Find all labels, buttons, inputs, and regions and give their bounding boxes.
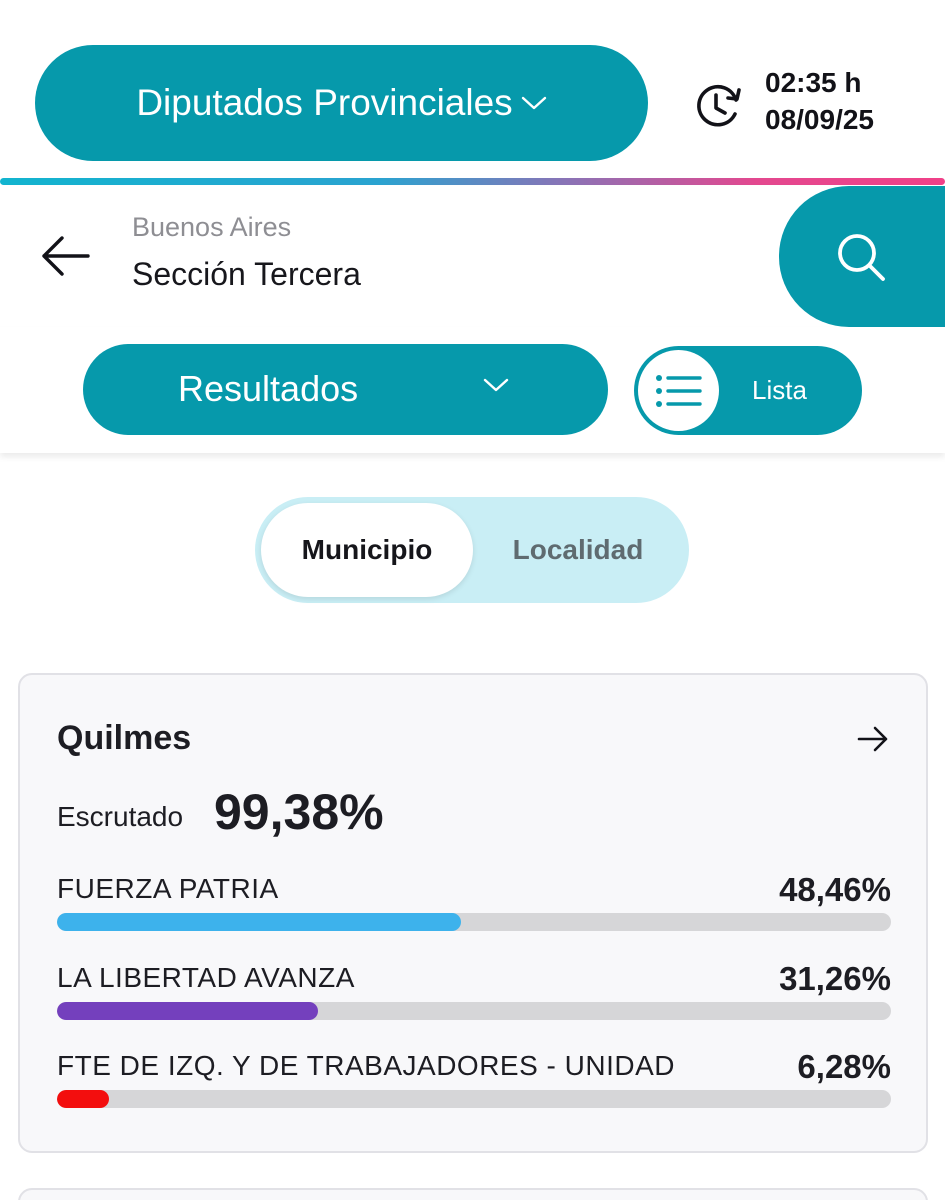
arrow-left-icon[interactable]	[38, 232, 94, 280]
updated-date: 08/09/25	[765, 104, 874, 135]
municipality-result-card[interactable]: Quilmes Escrutado 99,38% FUERZA PATRIA 4…	[18, 673, 928, 1153]
last-updated: 02:35 h 08/09/25	[765, 64, 874, 138]
header-divider	[0, 178, 945, 185]
chevron-down-icon	[483, 377, 509, 398]
election-type-selector[interactable]: Diputados Provinciales	[35, 45, 648, 161]
arrow-right-icon[interactable]	[856, 725, 890, 753]
results-dropdown-label: Resultados	[178, 368, 359, 409]
scrutiny-label: Escrutado	[57, 801, 184, 832]
party-result: FUERZA PATRIA 48,46%	[57, 871, 891, 943]
toggle-knob	[638, 350, 719, 431]
list-icon	[655, 374, 702, 407]
party-percent: 48,46%	[779, 871, 891, 908]
province-name: Buenos Aires	[132, 212, 292, 242]
section-name: Sección Tercera	[132, 256, 361, 292]
tab-localidad[interactable]: Localidad	[473, 503, 683, 597]
party-bar-fill	[57, 1090, 110, 1108]
next-result-card[interactable]	[18, 1188, 928, 1200]
party-bar-track	[57, 1090, 891, 1108]
party-bar-fill	[57, 1002, 318, 1020]
location-bar: Buenos Aires Sección Tercera	[0, 186, 945, 327]
party-name: FUERZA PATRIA	[57, 873, 279, 904]
search-icon	[838, 233, 885, 281]
chevron-down-icon	[521, 95, 547, 111]
scrutiny-value: 99,38%	[214, 784, 384, 840]
party-name: FTE DE IZQ. Y DE TRABAJADORES - UNIDAD	[57, 1050, 675, 1081]
election-results-screen: Diputados Provinciales 02:35 h 08/09/25 …	[0, 0, 945, 1200]
party-name: LA LIBERTAD AVANZA	[57, 962, 355, 993]
updated-time: 02:35 h	[765, 67, 862, 98]
election-type-label: Diputados Provinciales	[136, 82, 513, 123]
party-result: FTE DE IZQ. Y DE TRABAJADORES - UNIDAD 6…	[57, 1048, 891, 1120]
results-dropdown[interactable]: Resultados	[83, 344, 608, 435]
tab-municipio[interactable]: Municipio	[261, 503, 473, 597]
scope-segmented-control: Municipio Localidad	[255, 497, 689, 603]
party-percent: 6,28%	[797, 1048, 891, 1085]
municipality-name: Quilmes	[57, 719, 192, 757]
party-bar-track	[57, 1002, 891, 1020]
party-bar-track	[57, 913, 891, 931]
party-result: LA LIBERTAD AVANZA 31,26%	[57, 960, 891, 1032]
party-percent: 31,26%	[779, 960, 891, 997]
list-toggle-label: Lista	[752, 375, 807, 405]
search-button[interactable]	[779, 186, 945, 327]
clock-history-icon	[697, 84, 741, 127]
list-view-toggle[interactable]: Lista	[634, 346, 862, 435]
party-bar-fill	[57, 913, 462, 931]
view-controls: Resultados Lista	[0, 327, 945, 453]
